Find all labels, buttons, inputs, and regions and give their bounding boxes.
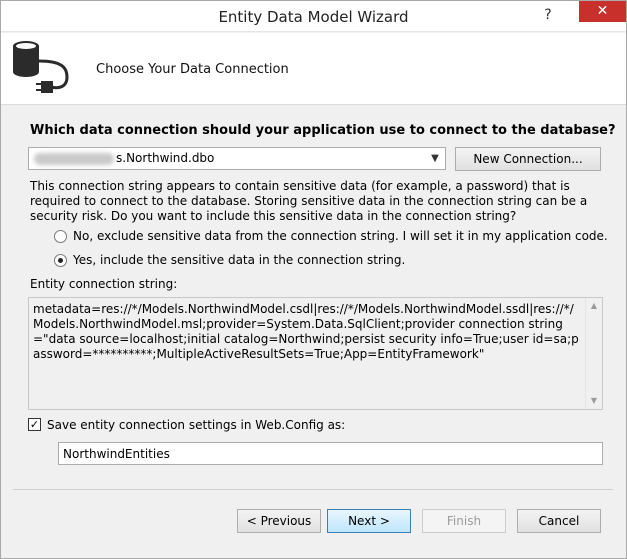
scroll-up-icon[interactable]: ▲ [586,298,602,314]
redacted-server-name [34,153,114,165]
sensitive-data-warning: This connection string appears to contai… [30,179,588,223]
connection-question: Which data connection should your applic… [30,123,616,138]
wizard-window: Entity Data Model Wizard ? ✕ Choose Your… [0,0,627,559]
cancel-button[interactable]: Cancel [517,509,601,533]
window-title: Entity Data Model Wizard [218,8,409,26]
database-plug-icon [13,41,69,93]
title-bar: Entity Data Model Wizard ? ✕ [1,1,626,32]
entity-connection-label: Entity connection string: [30,277,178,291]
close-button[interactable]: ✕ [579,1,626,22]
footer-divider [13,489,613,490]
entity-connection-textbox[interactable]: metadata=res://*/Models.NorthwindModel.c… [28,297,603,410]
page-title: Choose Your Data Connection [96,62,289,77]
finish-button[interactable]: Finish [422,509,506,533]
connection-selected-value: s.Northwind.dbo [116,151,215,165]
help-button[interactable]: ? [536,4,560,26]
radio-button-exclude[interactable] [54,230,67,243]
save-settings-label: Save entity connection settings in Web.C… [47,418,346,432]
scroll-down-icon[interactable]: ▼ [586,393,602,409]
next-button[interactable]: Next > [327,509,411,533]
chevron-down-icon[interactable]: ▼ [428,152,442,166]
vertical-scrollbar[interactable]: ▲ ▼ [585,298,602,409]
wizard-header: Choose Your Data Connection [1,33,626,105]
entity-connection-value: metadata=res://*/Models.NorthwindModel.c… [33,302,579,361]
connection-dropdown[interactable]: s.Northwind.dbo ▼ [28,147,446,170]
previous-button[interactable]: < Previous [237,509,321,533]
radio-label-exclude: No, exclude sensitive data from the conn… [73,229,608,243]
save-settings-checkbox[interactable]: ✓ [28,418,41,431]
new-connection-button[interactable]: New Connection... [455,147,601,171]
entities-name-input[interactable] [58,442,603,465]
radio-label-include: Yes, include the sensitive data in the c… [73,253,406,267]
radio-button-include[interactable] [54,254,67,267]
